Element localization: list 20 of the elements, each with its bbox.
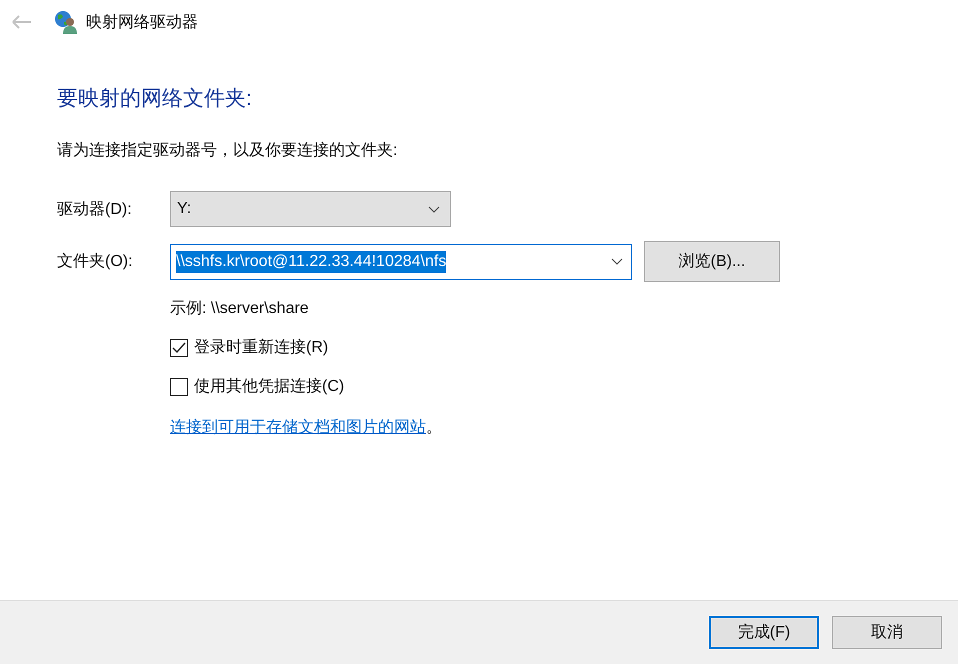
example-text: 示例: \\server\share (170, 299, 310, 319)
globe-user-icon (54, 10, 78, 34)
folder-label: 文件夹(O): (57, 252, 134, 272)
drive-dropdown[interactable]: Y: (170, 191, 451, 227)
window-title: 映射网络驱动器 (86, 12, 198, 32)
cancel-button[interactable]: 取消 (832, 616, 942, 649)
website-link[interactable]: 连接到可用于存储文档和图片的网站 (170, 419, 426, 436)
checkbox[interactable] (170, 378, 188, 396)
browse-button[interactable]: 浏览(B)... (644, 241, 780, 282)
checkbox-label[interactable]: 使用其他凭据连接(C) (194, 376, 344, 397)
chevron-down-icon (428, 206, 440, 212)
drive-label: 驱动器(D): (57, 200, 133, 220)
checkbox-label[interactable]: 登录时重新连接(R) (194, 337, 328, 358)
folder-combo-box[interactable]: \\sshfs.kr\root@11.22.33.44!10284\nfs (170, 244, 632, 280)
heading: 要映射的网络文件夹: (57, 86, 253, 112)
period-text: 。 (426, 419, 442, 436)
checkbox[interactable] (170, 338, 188, 356)
finish-button[interactable]: 完成(F) (709, 616, 819, 649)
instruction-text: 请为连接指定驱动器号，以及你要连接的文件夹: (57, 140, 398, 161)
chevron-down-icon (611, 258, 623, 265)
